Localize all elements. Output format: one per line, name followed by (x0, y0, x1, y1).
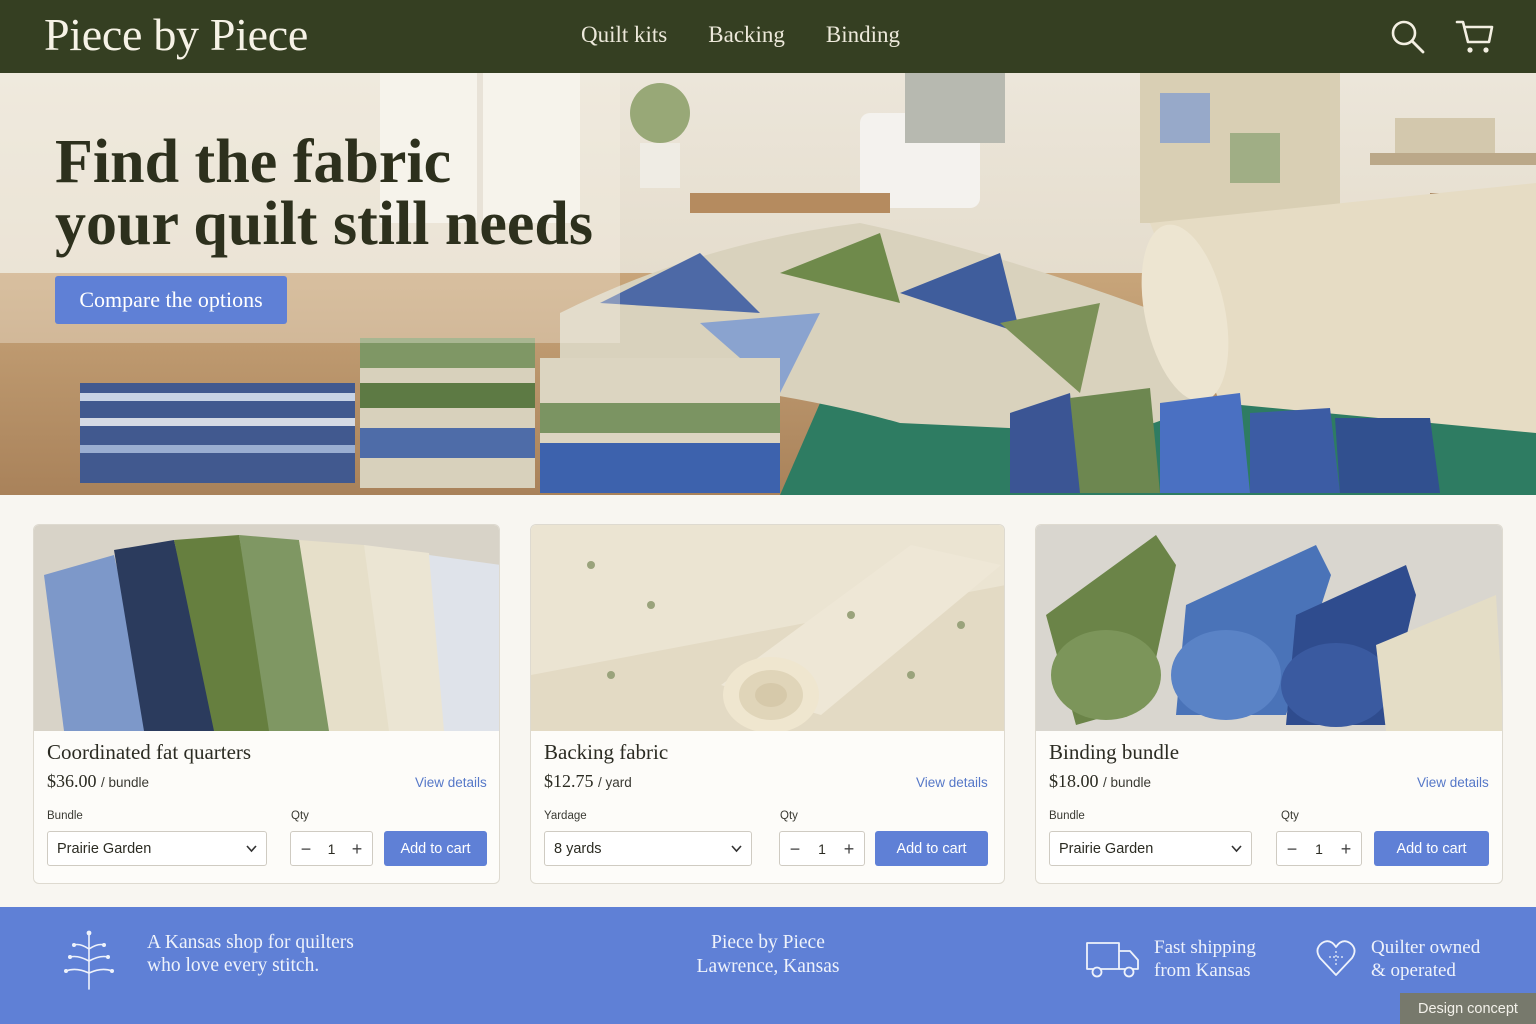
bundle-select[interactable]: Prairie Garden (1049, 831, 1252, 866)
price-value: $12.75 (544, 771, 594, 791)
chevron-down-icon (246, 845, 257, 853)
footer-location: Lawrence, Kansas (696, 956, 840, 977)
footer-shop-name: Piece by Piece (711, 932, 825, 953)
footer-owned-line2: & operated (1371, 960, 1456, 981)
view-details-link[interactable]: View details (916, 775, 988, 790)
increment-button[interactable]: + (1337, 839, 1355, 859)
yardage-select[interactable]: 8 yards (544, 831, 752, 866)
bundle-select[interactable]: Prairie Garden (47, 831, 267, 866)
price-unit: / bundle (1103, 775, 1152, 790)
product-name: Coordinated fat quarters (47, 740, 252, 764)
product-price: $36.00 / bundle (47, 771, 149, 792)
chevron-down-icon (731, 845, 742, 853)
yardage-select-value: 8 yards (554, 840, 602, 857)
quantity-value[interactable]: 1 (1315, 841, 1323, 857)
quantity-stepper: − 1 + (1276, 831, 1362, 866)
quantity-stepper: − 1 + (290, 831, 373, 866)
product-card-fat-quarters: Coordinated fat quarters $36.00 / bundle… (33, 524, 500, 884)
site-footer: A Kansas shop for quilters who love ever… (0, 907, 1536, 1024)
yardage-label: Yardage (544, 810, 587, 822)
hero-title: Find the fabric your quilt still needs (55, 131, 615, 255)
decrement-button[interactable]: − (1283, 839, 1301, 859)
bundle-label: Bundle (47, 810, 83, 822)
footer-shipping-line2: from Kansas (1154, 960, 1251, 981)
nav-binding[interactable]: Binding (826, 22, 900, 48)
increment-button[interactable]: + (840, 839, 858, 859)
product-price: $12.75 / yard (544, 771, 632, 792)
hero-title-line2: your quilt still needs (55, 190, 594, 258)
footer-shop-info: Piece by Piece Lawrence, Kansas (650, 931, 886, 979)
price-unit: / bundle (101, 775, 150, 790)
price-value: $18.00 (1049, 771, 1099, 791)
quantity-stepper: − 1 + (779, 831, 865, 866)
truck-icon (1086, 942, 1139, 978)
brand-logo[interactable]: Piece by Piece (44, 8, 308, 61)
price-value: $36.00 (47, 771, 97, 791)
site-header: Piece by Piece Quilt kits Backing Bindin… (0, 0, 1536, 73)
heart-icon (1316, 940, 1356, 976)
product-image-binding[interactable] (1036, 525, 1502, 731)
chevron-down-icon (1231, 845, 1242, 853)
view-details-link[interactable]: View details (415, 775, 487, 790)
decrement-button[interactable]: − (786, 839, 804, 859)
compare-options-button[interactable]: Compare the options (55, 276, 287, 324)
product-card-binding: Binding bundle $18.00 / bundle View deta… (1035, 524, 1503, 884)
product-name: Backing fabric (544, 740, 669, 764)
product-image-fat-quarters[interactable] (34, 525, 499, 731)
view-details-link[interactable]: View details (1417, 775, 1489, 790)
bundle-select-value: Prairie Garden (1059, 840, 1154, 857)
footer-tagline-line1: A Kansas shop for quilters (147, 932, 354, 953)
search-icon[interactable] (1388, 18, 1428, 56)
hero-title-line1: Find the fabric (55, 128, 452, 196)
add-to-cart-button[interactable]: Add to cart (875, 831, 988, 866)
nav-quilt-kits[interactable]: Quilt kits (581, 22, 667, 48)
nav-backing[interactable]: Backing (708, 22, 785, 48)
add-to-cart-button[interactable]: Add to cart (1374, 831, 1489, 866)
footer-shipping-line1: Fast shipping (1154, 937, 1256, 958)
qty-label: Qty (291, 810, 309, 822)
qty-label: Qty (1281, 810, 1299, 822)
price-unit: / yard (598, 775, 632, 790)
footer-owned: Quilter owned & operated (1371, 936, 1480, 982)
add-to-cart-button[interactable]: Add to cart (384, 831, 487, 866)
product-image-backing[interactable] (531, 525, 1004, 731)
quantity-value[interactable]: 1 (328, 841, 336, 857)
footer-tagline: A Kansas shop for quilters who love ever… (147, 931, 354, 977)
quantity-value[interactable]: 1 (818, 841, 826, 857)
footer-owned-line1: Quilter owned (1371, 937, 1481, 958)
increment-button[interactable]: + (348, 839, 366, 859)
bundle-label: Bundle (1049, 810, 1085, 822)
bundle-select-value: Prairie Garden (57, 840, 152, 857)
footer-tagline-line2: who love every stitch. (147, 955, 320, 976)
product-card-backing: Backing fabric $12.75 / yard View detail… (530, 524, 1005, 884)
design-concept-badge: Design concept (1400, 993, 1536, 1024)
product-name: Binding bundle (1049, 740, 1180, 764)
decrement-button[interactable]: − (297, 839, 315, 859)
product-price: $18.00 / bundle (1049, 771, 1151, 792)
qty-label: Qty (780, 810, 798, 822)
sprig-icon (64, 930, 114, 990)
footer-shipping: Fast shipping from Kansas (1154, 936, 1256, 982)
hero-banner: Find the fabric your quilt still needs C… (0, 73, 1536, 495)
cart-icon[interactable] (1455, 18, 1495, 56)
main-nav: Quilt kits Backing Binding (581, 22, 941, 48)
